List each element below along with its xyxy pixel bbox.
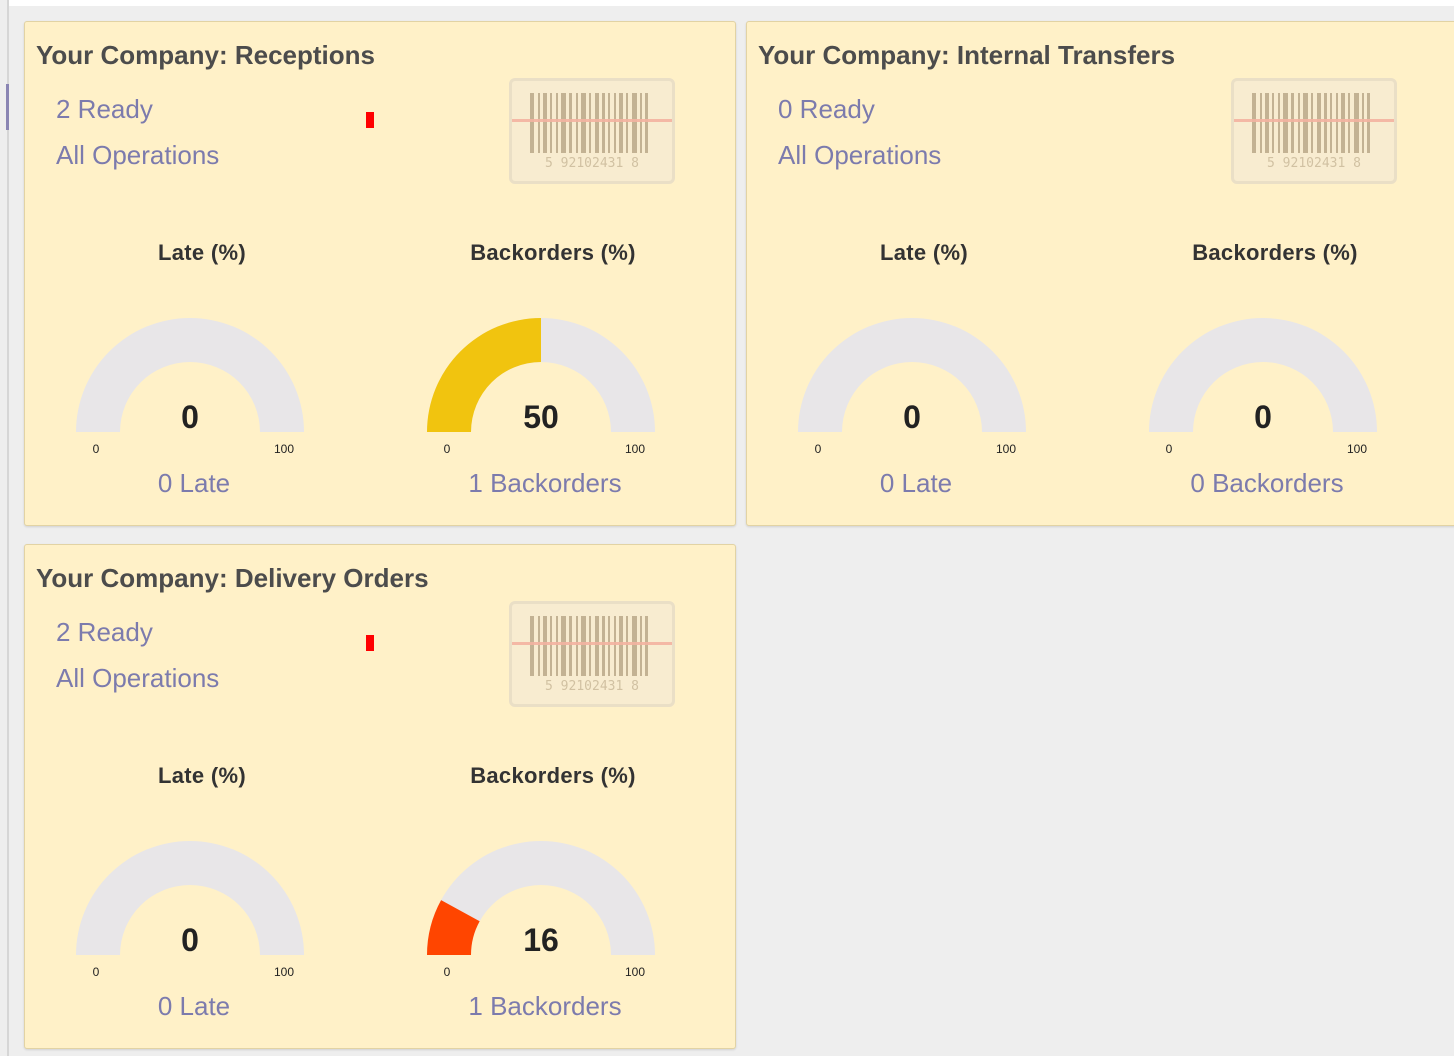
gauge-chart: 0 0 100	[76, 841, 304, 979]
backorders-gauge: Backorders (%) 50 0 100 1 Backorders	[413, 240, 693, 498]
card-receptions: Your Company: Receptions 2 Ready All Ope…	[24, 21, 736, 526]
card-internal-transfers: Your Company: Internal Transfers 0 Ready…	[746, 21, 1454, 526]
gauge-max-label: 100	[996, 442, 1016, 456]
barcode-scan-button[interactable]: 5 92102431 8	[1231, 78, 1397, 184]
ready-indicator	[366, 112, 374, 128]
gauge-chart: 0 0 100	[76, 318, 304, 456]
left-scroll-accent	[6, 84, 9, 130]
card-delivery-orders: Your Company: Delivery Orders 2 Ready Al…	[24, 544, 736, 1049]
gauge-min-label: 0	[815, 442, 822, 456]
top-strip	[9, 0, 1454, 6]
left-divider	[7, 0, 9, 1056]
all-operations-link[interactable]: All Operations	[778, 140, 941, 171]
gauge-min-label: 0	[1166, 442, 1173, 456]
gauge-max-label: 100	[625, 965, 645, 979]
barcode-icon: 5 92102431 8	[1234, 93, 1394, 171]
gauge-value: 0	[181, 399, 199, 435]
gauge-chart: 0 0 100	[1149, 318, 1377, 456]
barcode-number: 5 92102431 8	[545, 156, 639, 171]
card-title[interactable]: Your Company: Delivery Orders	[36, 563, 429, 594]
gauge-chart: 50 0 100	[427, 318, 655, 456]
gauge-min-label: 0	[444, 965, 451, 979]
all-operations-link[interactable]: All Operations	[56, 140, 219, 171]
gauge-max-label: 100	[274, 965, 294, 979]
gauge-value: 16	[523, 922, 559, 958]
card-title[interactable]: Your Company: Internal Transfers	[758, 40, 1175, 71]
ready-link[interactable]: 2 Ready	[56, 617, 153, 648]
ready-link[interactable]: 0 Ready	[778, 94, 875, 125]
barcode-scan-button[interactable]: 5 92102431 8	[509, 601, 675, 707]
gauge-chart: 0 0 100	[798, 318, 1026, 456]
backorders-count-link[interactable]: 1 Backorders	[413, 991, 677, 1022]
barcode-number: 5 92102431 8	[1267, 156, 1361, 171]
gauge-value: 0	[1254, 399, 1272, 435]
late-count-link[interactable]: 0 Late	[62, 468, 326, 499]
card-title[interactable]: Your Company: Receptions	[36, 40, 375, 71]
late-gauge: Late (%) 0 0 100 0 Late	[62, 240, 342, 498]
gauge-value: 50	[523, 399, 559, 435]
late-count-link[interactable]: 0 Late	[62, 991, 326, 1022]
gauge-min-label: 0	[444, 442, 451, 456]
barcode-icon: 5 92102431 8	[512, 93, 672, 171]
ready-indicator	[366, 635, 374, 651]
late-gauge: Late (%) 0 0 100 0 Late	[62, 763, 342, 1021]
backorders-count-link[interactable]: 1 Backorders	[413, 468, 677, 499]
gauge-value: 0	[903, 399, 921, 435]
barcode-number: 5 92102431 8	[545, 679, 639, 694]
ready-link[interactable]: 2 Ready	[56, 94, 153, 125]
barcode-icon: 5 92102431 8	[512, 616, 672, 694]
backorders-gauge: Backorders (%) 0 0 100 0 Backorders	[1135, 240, 1415, 498]
all-operations-link[interactable]: All Operations	[56, 663, 219, 694]
barcode-scan-button[interactable]: 5 92102431 8	[509, 78, 675, 184]
late-count-link[interactable]: 0 Late	[784, 468, 1048, 499]
gauge-max-label: 100	[625, 442, 645, 456]
gauge-max-label: 100	[274, 442, 294, 456]
gauge-min-label: 0	[93, 442, 100, 456]
backorders-count-link[interactable]: 0 Backorders	[1135, 468, 1399, 499]
gauge-min-label: 0	[93, 965, 100, 979]
late-gauge: Late (%) 0 0 100 0 Late	[784, 240, 1064, 498]
gauge-value: 0	[181, 922, 199, 958]
gauge-chart: 16 0 100	[427, 841, 655, 979]
gauge-max-label: 100	[1347, 442, 1367, 456]
backorders-gauge: Backorders (%) 16 0 100 1 Backorders	[413, 763, 693, 1021]
